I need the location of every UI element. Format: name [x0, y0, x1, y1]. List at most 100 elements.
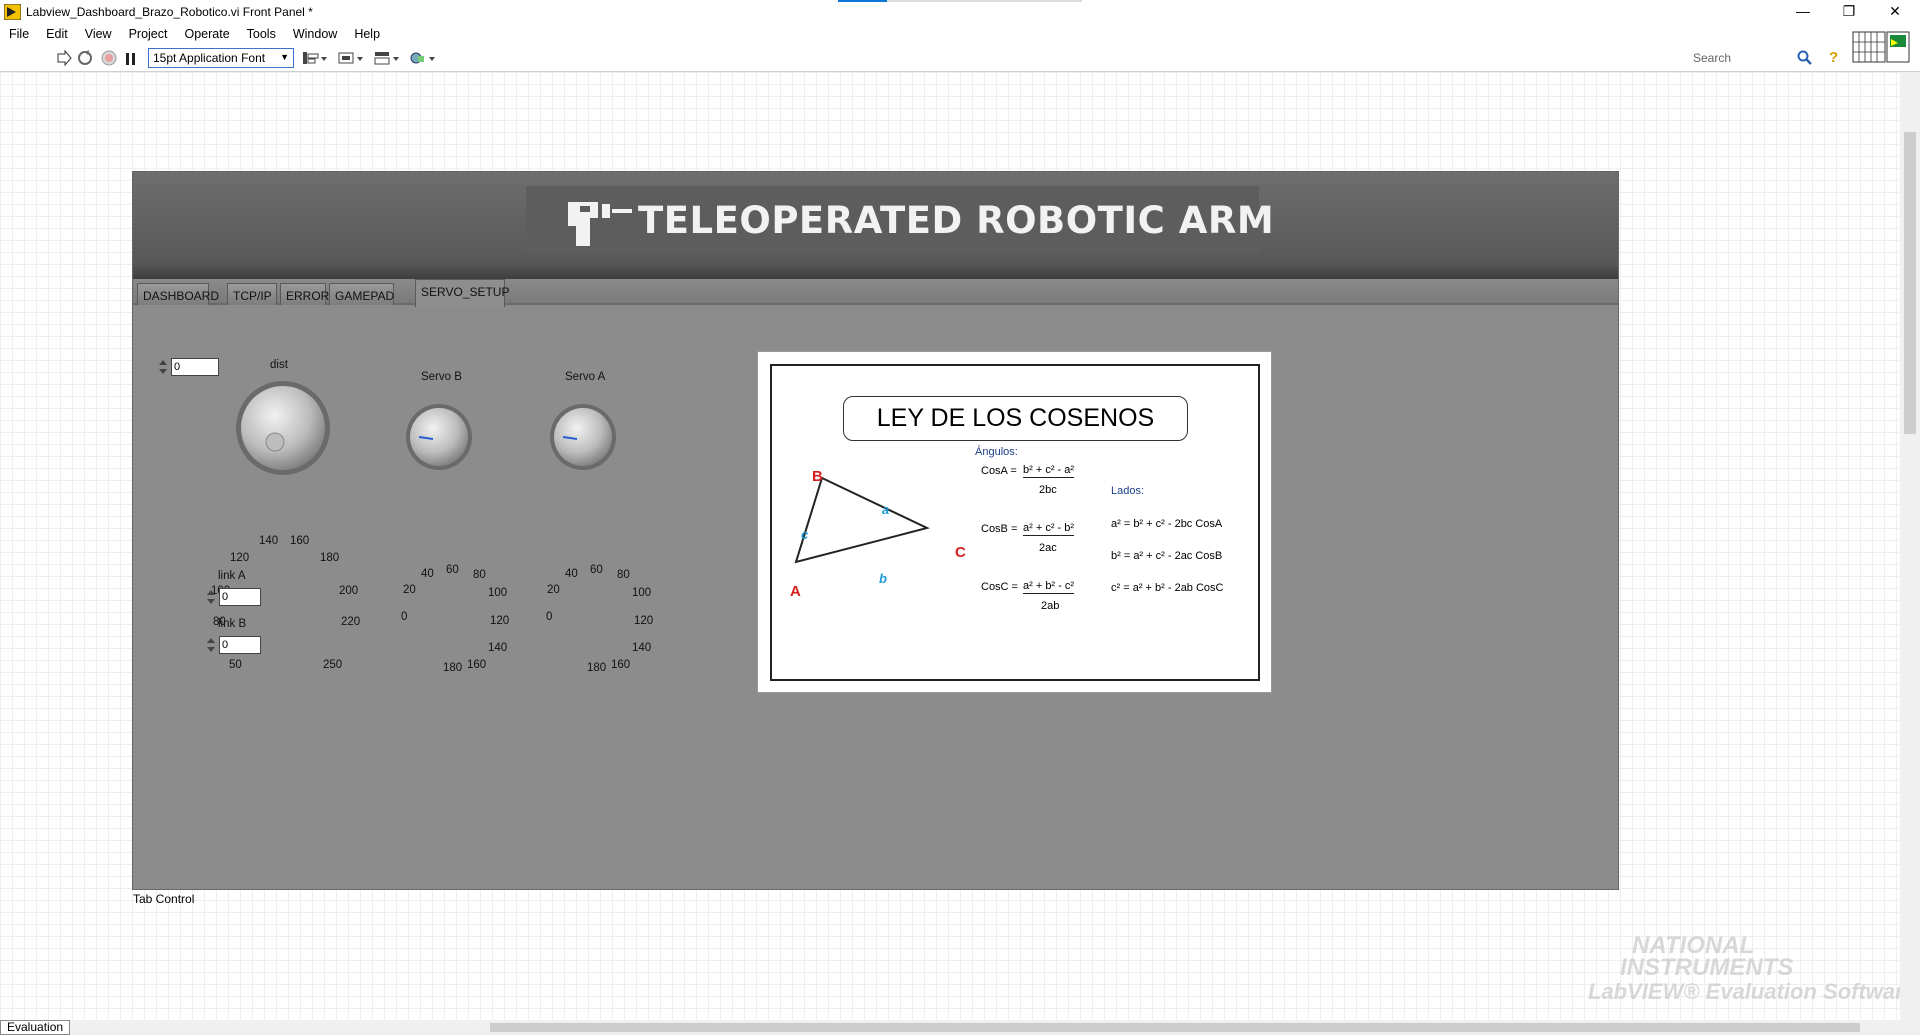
cosA-denominator: 2bc	[1039, 484, 1057, 496]
increment-decrement-icon[interactable]	[205, 636, 217, 654]
link-a-label: link A	[218, 570, 246, 582]
close-button[interactable]: ✕	[1872, 0, 1918, 24]
servo-b-tick-20: 20	[403, 584, 416, 596]
banner-title: TELEOPERATED ROBOTIC ARM	[638, 199, 1275, 242]
ni-watermark: NATIONAL INSTRUMENTS LabVIEW® Evaluation…	[1562, 934, 1916, 1005]
menu-project[interactable]: Project	[120, 24, 176, 41]
dist-tick-250: 250	[323, 659, 343, 671]
side-eq-c: c² = a² + b² - 2ab CosC	[1111, 582, 1224, 594]
vi-connector-pane-icon[interactable]	[1851, 30, 1911, 64]
menu-help[interactable]: Help	[345, 24, 388, 41]
cosA-numerator: b² + c² - a²	[1023, 464, 1075, 478]
distribute-objects-icon[interactable]	[338, 50, 364, 66]
run-arrow-icon[interactable]	[56, 50, 72, 66]
servo-a-tick-180: 180	[587, 662, 607, 674]
abort-icon[interactable]	[101, 50, 117, 66]
dist-tick-200: 200	[339, 585, 359, 597]
servo-b-knob[interactable]	[395, 399, 495, 479]
tab-strip: DASHBOARD TCP/IP ERROR GAMEPAD SERVO_SET…	[133, 279, 1618, 307]
watermark-line3: LabVIEW® Evaluation Software	[1588, 979, 1916, 1004]
servo-b-label: Servo B	[421, 371, 462, 383]
law-of-cosines-image: LEY DE LOS COSENOS B A C a b c Ángulos: …	[757, 351, 1272, 693]
title-bar: Labview_Dashboard_Brazo_Robotico.vi Fron…	[0, 0, 1920, 24]
search-input[interactable]: Search	[1687, 48, 1799, 68]
dist-tick-50: 50	[229, 659, 242, 671]
menu-tools[interactable]: Tools	[238, 24, 284, 41]
servo-b-tick-120: 120	[490, 615, 510, 627]
resize-objects-icon[interactable]	[374, 50, 400, 66]
dist-tick-120: 120	[230, 552, 250, 564]
dist-label: dist	[270, 359, 288, 371]
servo-b-tick-140: 140	[488, 642, 508, 654]
side-eq-b: b² = a² + c² - 2ac CosB	[1111, 550, 1223, 562]
link-b-label: link B	[218, 618, 247, 630]
menu-operate[interactable]: Operate	[175, 24, 237, 41]
run-continuously-icon[interactable]	[77, 50, 93, 66]
angles-heading: Ángulos:	[975, 446, 1018, 458]
watermark-line2: INSTRUMENTS	[1620, 954, 1794, 981]
dist-tick-180: 180	[320, 552, 340, 564]
vertex-c-label: C	[955, 544, 966, 561]
cosB-lhs: CosB =	[981, 523, 1018, 535]
chevron-down-icon: ▼	[280, 52, 289, 62]
dist-tick-140: 140	[259, 535, 279, 547]
menu-bar: File Edit View Project Operate Tools Window Hel…	[0, 24, 1920, 44]
labview-app-icon	[4, 4, 21, 20]
menu-window[interactable]: Window	[284, 24, 345, 41]
servo-b-tick-0: 0	[401, 611, 408, 623]
tab-tcp-ip[interactable]: TCP/IP	[227, 283, 277, 305]
servo-b-tick-40: 40	[421, 568, 434, 580]
link-a-value[interactable]: 0	[219, 588, 261, 606]
vertical-scroll-thumb[interactable]	[1904, 132, 1916, 434]
title-progress-bar	[838, 0, 1082, 2]
servo-b-tick-80: 80	[473, 569, 486, 581]
cosB-denominator: 2ac	[1039, 542, 1057, 554]
menu-view[interactable]: View	[76, 24, 120, 41]
servo-a-knob[interactable]	[539, 399, 639, 479]
cosB-numerator: a² + c² - b²	[1023, 522, 1075, 536]
servo-a-label: Servo A	[565, 371, 606, 383]
side-eq-a: a² = b² + c² - 2bc CosA	[1111, 518, 1223, 530]
servo-b-tick-180: 180	[443, 662, 463, 674]
search-icon[interactable]	[1797, 50, 1813, 66]
servo-a-tick-120: 120	[634, 615, 654, 627]
cosC-lhs: CosC =	[981, 581, 1018, 593]
horizontal-scrollbar[interactable]	[0, 1020, 1920, 1035]
servo-b-tick-160: 160	[467, 659, 487, 671]
link-b-value[interactable]: 0	[219, 636, 261, 654]
increment-decrement-icon[interactable]	[205, 588, 217, 606]
vertex-a-label: A	[790, 583, 801, 600]
board-title: LEY DE LOS COSENOS	[843, 396, 1188, 441]
reorder-icon[interactable]	[410, 50, 436, 66]
dist-tick-160: 160	[290, 535, 310, 547]
servo-b-tick-100: 100	[488, 587, 508, 599]
servo-a-tick-140: 140	[632, 642, 652, 654]
horizontal-scroll-thumb[interactable]	[490, 1023, 1860, 1032]
servo-a-tick-160: 160	[611, 659, 631, 671]
sides-heading: Lados:	[1111, 485, 1145, 497]
restore-button[interactable]: ❐	[1826, 0, 1872, 24]
increment-decrement-icon[interactable]	[157, 358, 169, 376]
evaluation-tab[interactable]: Evaluation	[0, 1020, 71, 1035]
header-banner: TELEOPERATED ROBOTIC ARM	[133, 172, 1618, 279]
tab-servo-setup[interactable]: SERVO_SETUP	[415, 279, 509, 307]
tab-error[interactable]: ERROR	[280, 283, 329, 305]
menu-file[interactable]: File	[0, 24, 37, 41]
align-objects-icon[interactable]	[302, 50, 328, 66]
cosA-lhs: CosA =	[981, 465, 1017, 477]
font-select[interactable]: 15pt Application Font ▼	[148, 48, 294, 68]
side-b-label: b	[879, 571, 887, 586]
vertical-scrollbar[interactable]	[1900, 72, 1920, 1022]
tab-dashboard[interactable]: DASHBOARD	[137, 283, 219, 305]
minimize-button[interactable]: —	[1780, 0, 1826, 24]
menu-edit[interactable]: Edit	[37, 24, 76, 41]
servo-a-tick-40: 40	[565, 568, 578, 580]
tab-gamepad[interactable]: GAMEPAD	[329, 283, 394, 305]
pause-icon[interactable]	[124, 51, 138, 67]
side-c-label: c	[801, 527, 809, 542]
help-icon[interactable]: ?	[1829, 49, 1838, 66]
dist-knob[interactable]	[208, 371, 358, 481]
cosC-numerator: a² + b² - c²	[1023, 580, 1075, 594]
robotic-tool-logo-icon	[568, 202, 632, 246]
servo-a-tick-80: 80	[617, 569, 630, 581]
